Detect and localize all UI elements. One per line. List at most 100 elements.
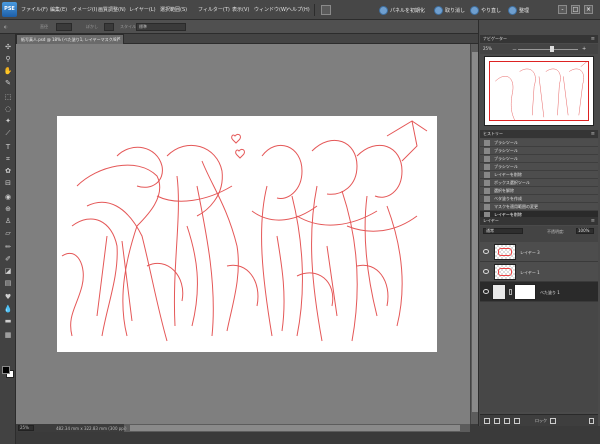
eraser-icon[interactable]: ▱ <box>3 228 13 238</box>
horizontal-scroll-thumb[interactable] <box>130 425 460 431</box>
opacity-field[interactable]: 100% <box>576 228 594 234</box>
straighten-icon[interactable]: ⊟ <box>3 178 13 188</box>
navigator-zoom-value[interactable]: 25% <box>483 46 492 51</box>
mask-add-icon[interactable] <box>504 418 510 424</box>
adjustment-layer-icon[interactable] <box>494 418 500 424</box>
history-item[interactable]: ブラシツール <box>480 155 598 163</box>
visibility-eye-icon[interactable] <box>483 289 489 294</box>
deselect-icon <box>484 188 490 194</box>
smart-brush-icon[interactable]: ✐ <box>3 254 13 264</box>
lock-all-icon[interactable] <box>550 418 556 424</box>
lasso-icon[interactable]: ◌ <box>3 104 13 114</box>
eyedropper-icon[interactable]: ✎ <box>3 78 13 88</box>
gradient-icon[interactable]: ▤ <box>3 278 13 288</box>
history-item[interactable]: ベタ塗りを作成 <box>480 195 598 203</box>
navigator-view-frame[interactable] <box>489 61 589 121</box>
visibility-eye-icon[interactable] <box>483 269 489 274</box>
navigator-zoom-slider[interactable] <box>518 49 578 50</box>
layers-menu-icon[interactable]: ≡ <box>591 217 595 225</box>
undo-button[interactable]: 取り消し <box>434 5 465 15</box>
close-window-button[interactable]: × <box>584 5 593 14</box>
layer-row[interactable]: レイヤー 1 <box>480 262 598 282</box>
menu-separator <box>314 4 315 16</box>
red-eye-icon[interactable]: ◉ <box>3 192 13 202</box>
horizontal-scrollbar[interactable] <box>124 424 470 432</box>
type-icon[interactable]: T <box>3 142 13 152</box>
minimize-button[interactable]: - <box>558 5 567 14</box>
vertical-scrollbar[interactable] <box>470 44 478 424</box>
history-item[interactable]: レイヤーを削除 <box>480 171 598 179</box>
maximize-button[interactable]: □ <box>571 5 580 14</box>
navigator-slider-thumb[interactable] <box>550 46 554 52</box>
visibility-eye-icon[interactable] <box>483 249 489 254</box>
redo-button[interactable]: やり直し <box>470 5 501 15</box>
history-item[interactable]: ブラシツール <box>480 139 598 147</box>
menu-file[interactable]: ファイル(F) <box>21 6 48 13</box>
panel-bin-strip <box>478 426 600 444</box>
history-menu-icon[interactable]: ≡ <box>591 130 595 138</box>
menu-select[interactable]: 選択範囲(S) <box>160 6 187 13</box>
magic-wand-icon[interactable]: ✦ <box>3 116 13 126</box>
paint-bucket-icon[interactable]: ◪ <box>3 266 13 276</box>
fill-layer-thumbnail <box>492 284 506 300</box>
style-select[interactable]: 標準 <box>136 23 186 31</box>
cookie-cutter-icon[interactable]: ✿ <box>3 166 13 176</box>
mask-link-icon[interactable] <box>509 289 512 295</box>
quick-selection-icon[interactable]: ⟋ <box>3 128 13 138</box>
zoom-in-icon[interactable]: + <box>582 46 586 52</box>
color-swatches-icon[interactable]: ▦ <box>3 330 13 340</box>
menu-layer[interactable]: レイヤー(L) <box>129 6 156 13</box>
organizer-button[interactable]: 整理 <box>508 5 529 15</box>
history-item[interactable]: マスクを適用範囲の変更 <box>480 203 598 211</box>
size-field[interactable] <box>56 23 72 31</box>
zoom-out-icon[interactable]: － <box>512 46 517 53</box>
tool-preset-icon[interactable]: ◐ <box>4 24 8 29</box>
layer-row[interactable]: レイヤー 3 <box>480 242 598 262</box>
tool-options-bar: ◐ 直径 ぼかし スタイル 標準 <box>0 20 478 34</box>
healing-brush-icon[interactable]: ⊕ <box>3 204 13 214</box>
brush-tool-icon <box>484 148 490 154</box>
navigator-preview[interactable] <box>484 56 594 126</box>
status-zoom-field[interactable]: 25% <box>18 425 34 431</box>
history-item[interactable]: ブラシツール <box>480 163 598 171</box>
shape-icon[interactable]: ♥ <box>3 292 13 302</box>
marquee-icon[interactable]: ⬚ <box>3 92 13 102</box>
hand-icon[interactable]: ✋ <box>3 66 13 76</box>
reset-panels-label: パネルを初期化 <box>390 7 426 14</box>
mask-icon <box>484 204 490 210</box>
reset-panels-button[interactable]: パネルを初期化 <box>379 5 425 15</box>
document-canvas[interactable] <box>57 116 437 352</box>
menu-image[interactable]: イメージ(I) <box>72 6 97 13</box>
arrange-layout-button[interactable] <box>321 5 331 15</box>
blur-icon[interactable]: 💧 <box>3 304 13 314</box>
feather-label: ぼかし <box>86 24 98 29</box>
crop-icon[interactable]: ⌗ <box>3 154 13 164</box>
blend-mode-select[interactable]: 通常 <box>483 228 523 234</box>
menu-window[interactable]: ウィンドウ(W) <box>254 6 288 13</box>
history-item[interactable]: ブラシツール <box>480 147 598 155</box>
menu-filter[interactable]: フィルター(T) <box>198 6 230 13</box>
clone-stamp-icon[interactable]: ♙ <box>3 216 13 226</box>
lock-transparent-icon[interactable] <box>514 418 520 424</box>
layer-row-active[interactable]: べた塗り 1 <box>480 282 598 302</box>
trash-icon[interactable] <box>589 418 594 424</box>
menu-edit[interactable]: 編集(E) <box>50 6 67 13</box>
foreground-color-swatch[interactable] <box>2 366 10 374</box>
zoom-icon[interactable]: ⚲ <box>3 54 13 64</box>
menu-enhance[interactable]: 画質調整(N) <box>98 6 126 13</box>
new-layer-icon[interactable] <box>484 418 490 424</box>
organizer-label: 整理 <box>519 7 530 14</box>
document-tab[interactable]: 紙写真人.psd @ 18% (べた塗り1, レイヤーマスク/8) × <box>16 34 124 44</box>
menu-help[interactable]: ヘルプ(H) <box>287 6 310 13</box>
app-logo[interactable]: PSE <box>2 2 17 17</box>
history-item[interactable]: ボックス選択ツール <box>480 179 598 187</box>
feather-field[interactable] <box>104 23 114 31</box>
sponge-icon[interactable]: ▬ <box>3 316 13 326</box>
brush-icon[interactable]: ✏ <box>3 242 13 252</box>
close-document-icon[interactable]: × <box>117 36 121 42</box>
history-item[interactable]: 選択を解除 <box>480 187 598 195</box>
undo-icon <box>434 5 443 15</box>
navigator-menu-icon[interactable]: ≡ <box>591 35 595 43</box>
menu-view[interactable]: 表示(V) <box>232 6 249 13</box>
move-icon[interactable]: ✣ <box>3 42 13 52</box>
